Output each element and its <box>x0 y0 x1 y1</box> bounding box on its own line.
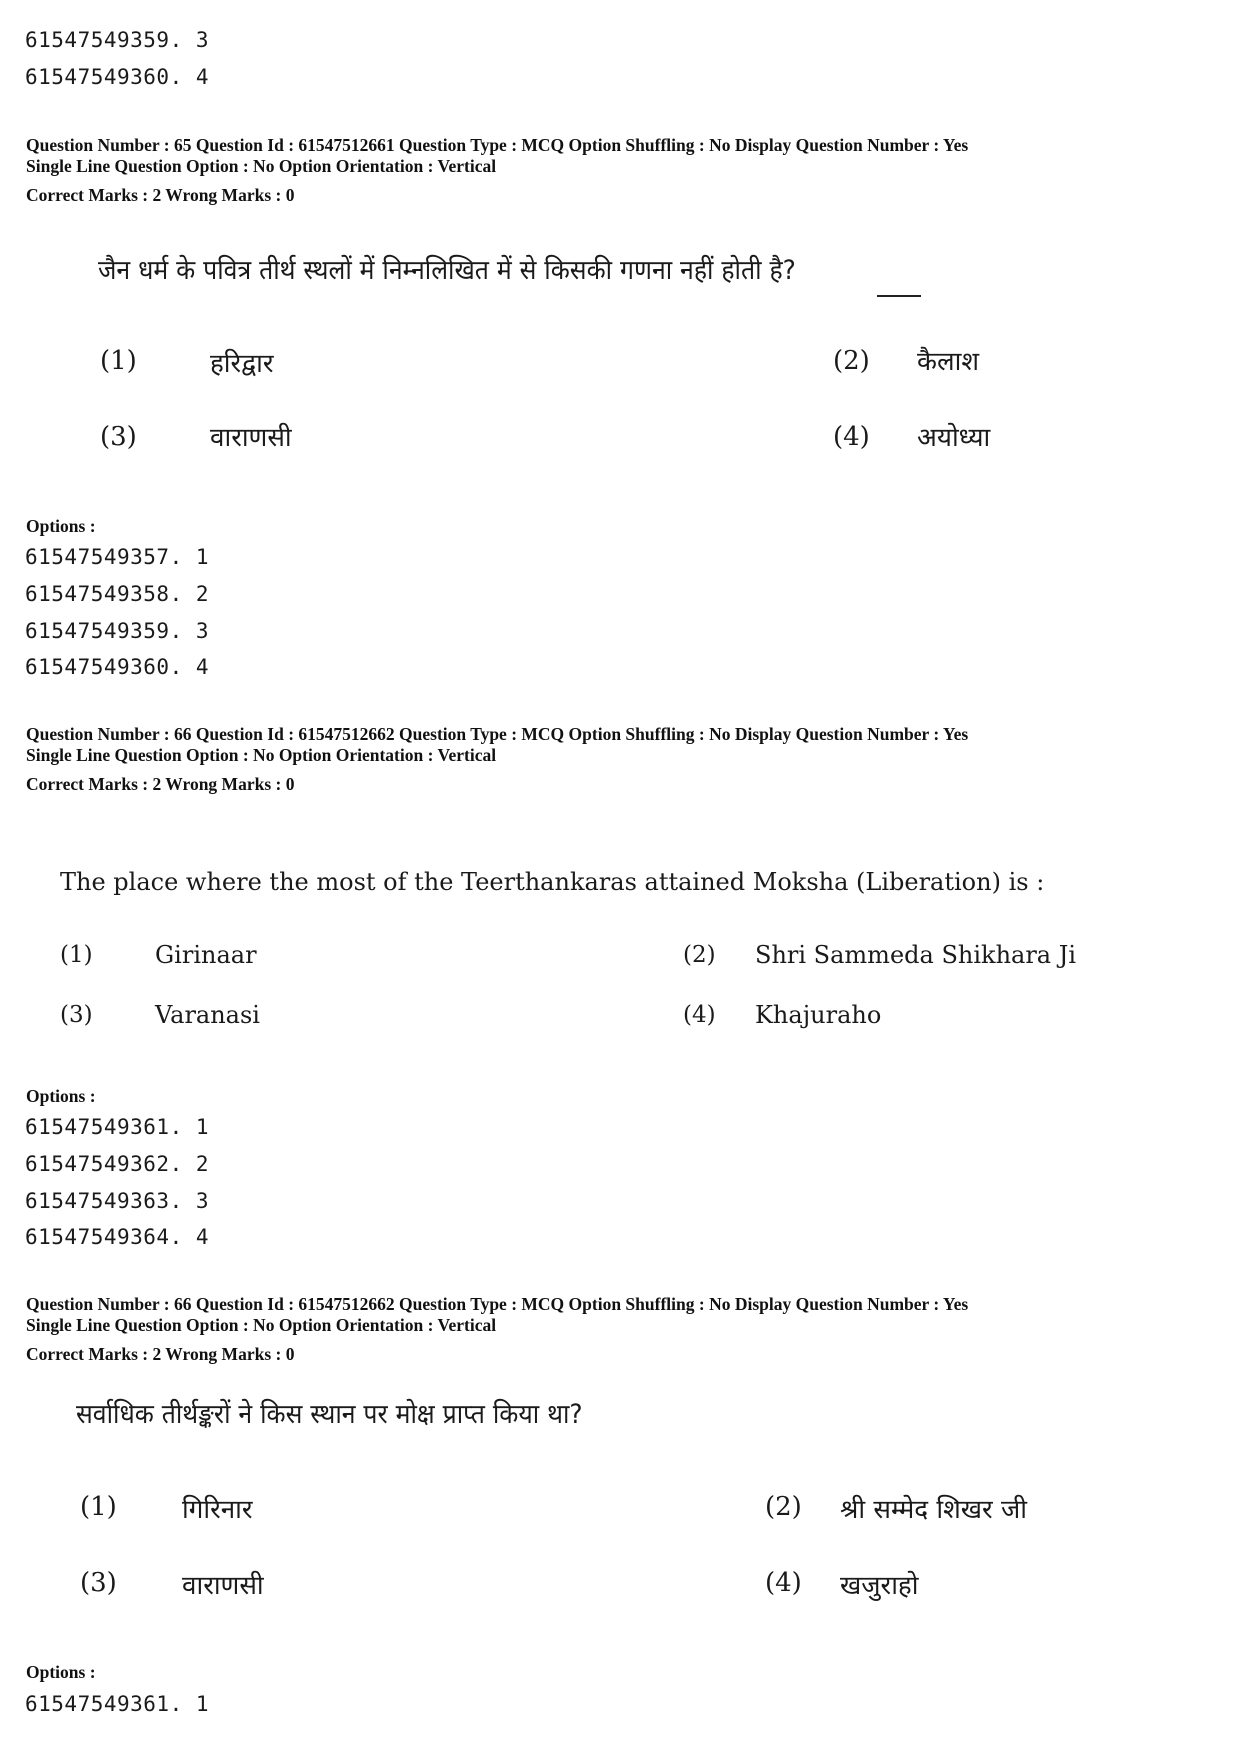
options-label: Options : <box>26 516 96 536</box>
question-meta-line2: Single Line Question Option : No Option … <box>26 156 497 176</box>
option-id-line: 61547549359. 3 <box>25 28 210 52</box>
option-id-line: 61547549361. 1 <box>25 1692 210 1716</box>
choice-text: गिरिनार <box>182 1495 253 1525</box>
choice-text: वाराणसी <box>182 1571 264 1601</box>
option-id-line: 61547549357. 1 <box>25 545 210 569</box>
question-marks: Correct Marks : 2 Wrong Marks : 0 <box>26 185 295 205</box>
options-label: Options : <box>26 1662 96 1682</box>
option-id: 61547549357 <box>25 545 170 569</box>
choice-number: (4) <box>765 1568 802 1598</box>
options-label: Options : <box>26 1086 96 1106</box>
option-id: 61547549360 <box>25 65 170 89</box>
choice-number: (4) <box>683 1002 716 1028</box>
choice-text: Khajuraho <box>755 1001 882 1029</box>
choice-text: कैलाश <box>917 347 980 377</box>
option-number: 3 <box>195 619 210 643</box>
option-id: 61547549360 <box>25 655 170 679</box>
choice-number: (3) <box>80 1568 117 1598</box>
option-id-line: 61547549360. 4 <box>25 65 210 89</box>
option-number: 4 <box>195 655 210 679</box>
option-id: 61547549361 <box>25 1115 170 1139</box>
choice-number: (4) <box>833 422 870 452</box>
question-meta-line2: Single Line Question Option : No Option … <box>26 745 497 765</box>
question-text: सर्वाधिक तीर्थङ्करों ने किस स्थान पर मोक… <box>76 1399 583 1430</box>
choice-number: (1) <box>80 1492 117 1522</box>
option-id: 61547549364 <box>25 1225 170 1249</box>
option-id: 61547549361 <box>25 1692 170 1716</box>
question-text: The place where the most of the Teerthan… <box>60 868 1045 896</box>
choice-number: (2) <box>683 942 716 968</box>
question-meta-line1: Question Number : 66 Question Id : 61547… <box>26 724 969 744</box>
option-id-line: 61547549362. 2 <box>25 1152 210 1176</box>
option-id-line: 61547549358. 2 <box>25 582 210 606</box>
option-number: 1 <box>195 1115 210 1139</box>
option-number: 3 <box>195 28 210 52</box>
choice-text: अयोध्या <box>917 423 991 453</box>
question-marks: Correct Marks : 2 Wrong Marks : 0 <box>26 1344 295 1364</box>
choice-text: वाराणसी <box>210 423 292 453</box>
choice-text: हरिद्वार <box>210 349 274 379</box>
option-id-line: 61547549361. 1 <box>25 1115 210 1139</box>
option-number: 4 <box>195 65 210 89</box>
option-id: 61547549363 <box>25 1189 170 1213</box>
emphasis-underline <box>877 295 921 297</box>
choice-text: श्री सम्मेद शिखर जी <box>840 1495 1027 1525</box>
option-number: 1 <box>195 545 210 569</box>
choice-text: Shri Sammeda Shikhara Ji <box>755 941 1077 969</box>
choice-text: खजुराहो <box>840 1571 919 1601</box>
question-meta-line2: Single Line Question Option : No Option … <box>26 1315 497 1335</box>
option-number: 3 <box>195 1189 210 1213</box>
option-id: 61547549359 <box>25 28 170 52</box>
option-id-line: 61547549360. 4 <box>25 655 210 679</box>
option-number: 2 <box>195 1152 210 1176</box>
choice-number: (3) <box>100 422 137 452</box>
question-marks: Correct Marks : 2 Wrong Marks : 0 <box>26 774 295 794</box>
choice-number: (2) <box>765 1492 802 1522</box>
choice-number: (1) <box>100 346 137 376</box>
question-meta-line1: Question Number : 66 Question Id : 61547… <box>26 1294 969 1314</box>
option-id: 61547549362 <box>25 1152 170 1176</box>
option-number: 1 <box>195 1692 210 1716</box>
choice-number: (1) <box>60 942 93 968</box>
option-id-line: 61547549363. 3 <box>25 1189 210 1213</box>
question-text: जैन धर्म के पवित्र तीर्थ स्थलों में निम्… <box>98 255 796 286</box>
option-id: 61547549358 <box>25 582 170 606</box>
option-id-line: 61547549359. 3 <box>25 619 210 643</box>
option-id: 61547549359 <box>25 619 170 643</box>
option-id-line: 61547549364. 4 <box>25 1225 210 1249</box>
choice-text: Varanasi <box>155 1001 260 1029</box>
option-number: 2 <box>195 582 210 606</box>
choice-number: (3) <box>60 1002 93 1028</box>
option-number: 4 <box>195 1225 210 1249</box>
choice-text: Girinaar <box>155 941 257 969</box>
choice-number: (2) <box>833 346 870 376</box>
question-meta-line1: Question Number : 65 Question Id : 61547… <box>26 135 969 155</box>
